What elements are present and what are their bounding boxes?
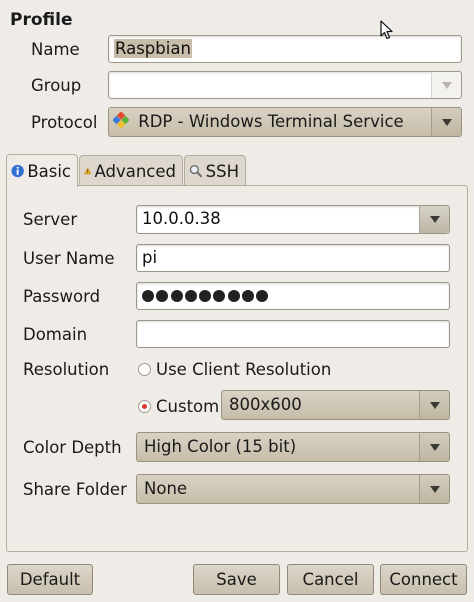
username-label: User Name	[23, 249, 115, 268]
default-button[interactable]: Default	[7, 564, 93, 595]
password-mask-dot	[156, 290, 169, 302]
resolution-label: Resolution	[23, 360, 110, 379]
resolution-client-label[interactable]: Use Client Resolution	[156, 360, 331, 380]
color-depth-label: Color Depth	[23, 438, 122, 457]
name-input[interactable]: Raspbian	[108, 35, 462, 63]
tab-advanced[interactable]: Advanced	[79, 155, 183, 186]
color-depth-combo[interactable]: High Color (15 bit)	[136, 432, 450, 462]
tab-advanced-label: Advanced	[94, 161, 176, 181]
chevron-down-icon	[429, 443, 440, 451]
resolution-custom-label[interactable]: Custom	[156, 397, 219, 417]
password-label: Password	[23, 287, 101, 306]
share-folder-label: Share Folder	[23, 480, 127, 499]
domain-label: Domain	[23, 325, 88, 344]
tab-basic[interactable]: Basic	[6, 154, 78, 187]
password-mask-dot	[227, 290, 240, 302]
rdp-plugin-icon	[112, 109, 130, 137]
chevron-down-icon	[441, 81, 452, 89]
group-label: Group	[31, 76, 82, 95]
chevron-down-icon	[441, 118, 452, 126]
username-input[interactable]: pi	[136, 244, 450, 272]
group-combo-entry[interactable]	[108, 71, 462, 99]
tab-ssh[interactable]: SSH	[184, 155, 246, 186]
color-depth-value: High Color (15 bit)	[144, 437, 297, 456]
resolution-custom-radio[interactable]	[138, 400, 151, 413]
profile-section-title: Profile	[10, 10, 73, 30]
warning-icon	[84, 167, 92, 175]
server-value: 10.0.0.38	[142, 209, 221, 228]
tab-basic-label: Basic	[27, 161, 71, 181]
info-icon	[11, 164, 24, 178]
protocol-label: Protocol	[31, 113, 98, 132]
password-mask-dot	[142, 290, 154, 302]
server-dropdown-button[interactable]	[419, 206, 449, 233]
connect-button[interactable]: Connect	[380, 564, 467, 595]
group-dropdown-button[interactable]	[431, 72, 461, 98]
mouse-cursor-icon	[380, 20, 393, 40]
password-mask-dot	[213, 290, 226, 302]
chevron-down-icon	[429, 216, 440, 223]
share-folder-value: None	[144, 479, 188, 498]
name-label: Name	[31, 40, 80, 59]
protocol-value: RDP - Windows Terminal Service	[138, 112, 404, 131]
share-folder-combo[interactable]: None	[136, 474, 450, 504]
resolution-dropdown-arrow	[419, 391, 449, 419]
resolution-client-radio[interactable]	[138, 363, 151, 376]
password-mask-dot	[170, 290, 183, 302]
server-combo-entry[interactable]: 10.0.0.38	[136, 205, 450, 234]
password-mask-dot	[184, 290, 197, 302]
share-folder-dropdown-arrow	[419, 475, 449, 503]
password-mask	[142, 283, 449, 309]
name-input-value: Raspbian	[114, 39, 192, 58]
resolution-combo[interactable]: 800x600	[221, 390, 450, 420]
color-depth-dropdown-arrow	[419, 433, 449, 461]
password-input[interactable]	[136, 282, 450, 310]
magnifier-icon	[189, 164, 203, 178]
chevron-down-icon	[429, 485, 440, 493]
chevron-down-icon	[429, 401, 440, 409]
protocol-dropdown-arrow	[431, 108, 461, 136]
server-label: Server	[23, 210, 78, 229]
tab-ssh-label: SSH	[205, 161, 239, 181]
save-button[interactable]: Save	[193, 564, 280, 595]
password-mask-dot	[242, 290, 255, 302]
cancel-button[interactable]: Cancel	[287, 564, 374, 595]
username-value: pi	[142, 248, 158, 267]
password-mask-dot	[256, 290, 269, 302]
domain-input[interactable]	[136, 320, 450, 348]
password-mask-dot	[199, 290, 212, 302]
protocol-combo[interactable]: RDP - Windows Terminal Service	[108, 107, 462, 137]
resolution-value: 800x600	[229, 395, 302, 414]
